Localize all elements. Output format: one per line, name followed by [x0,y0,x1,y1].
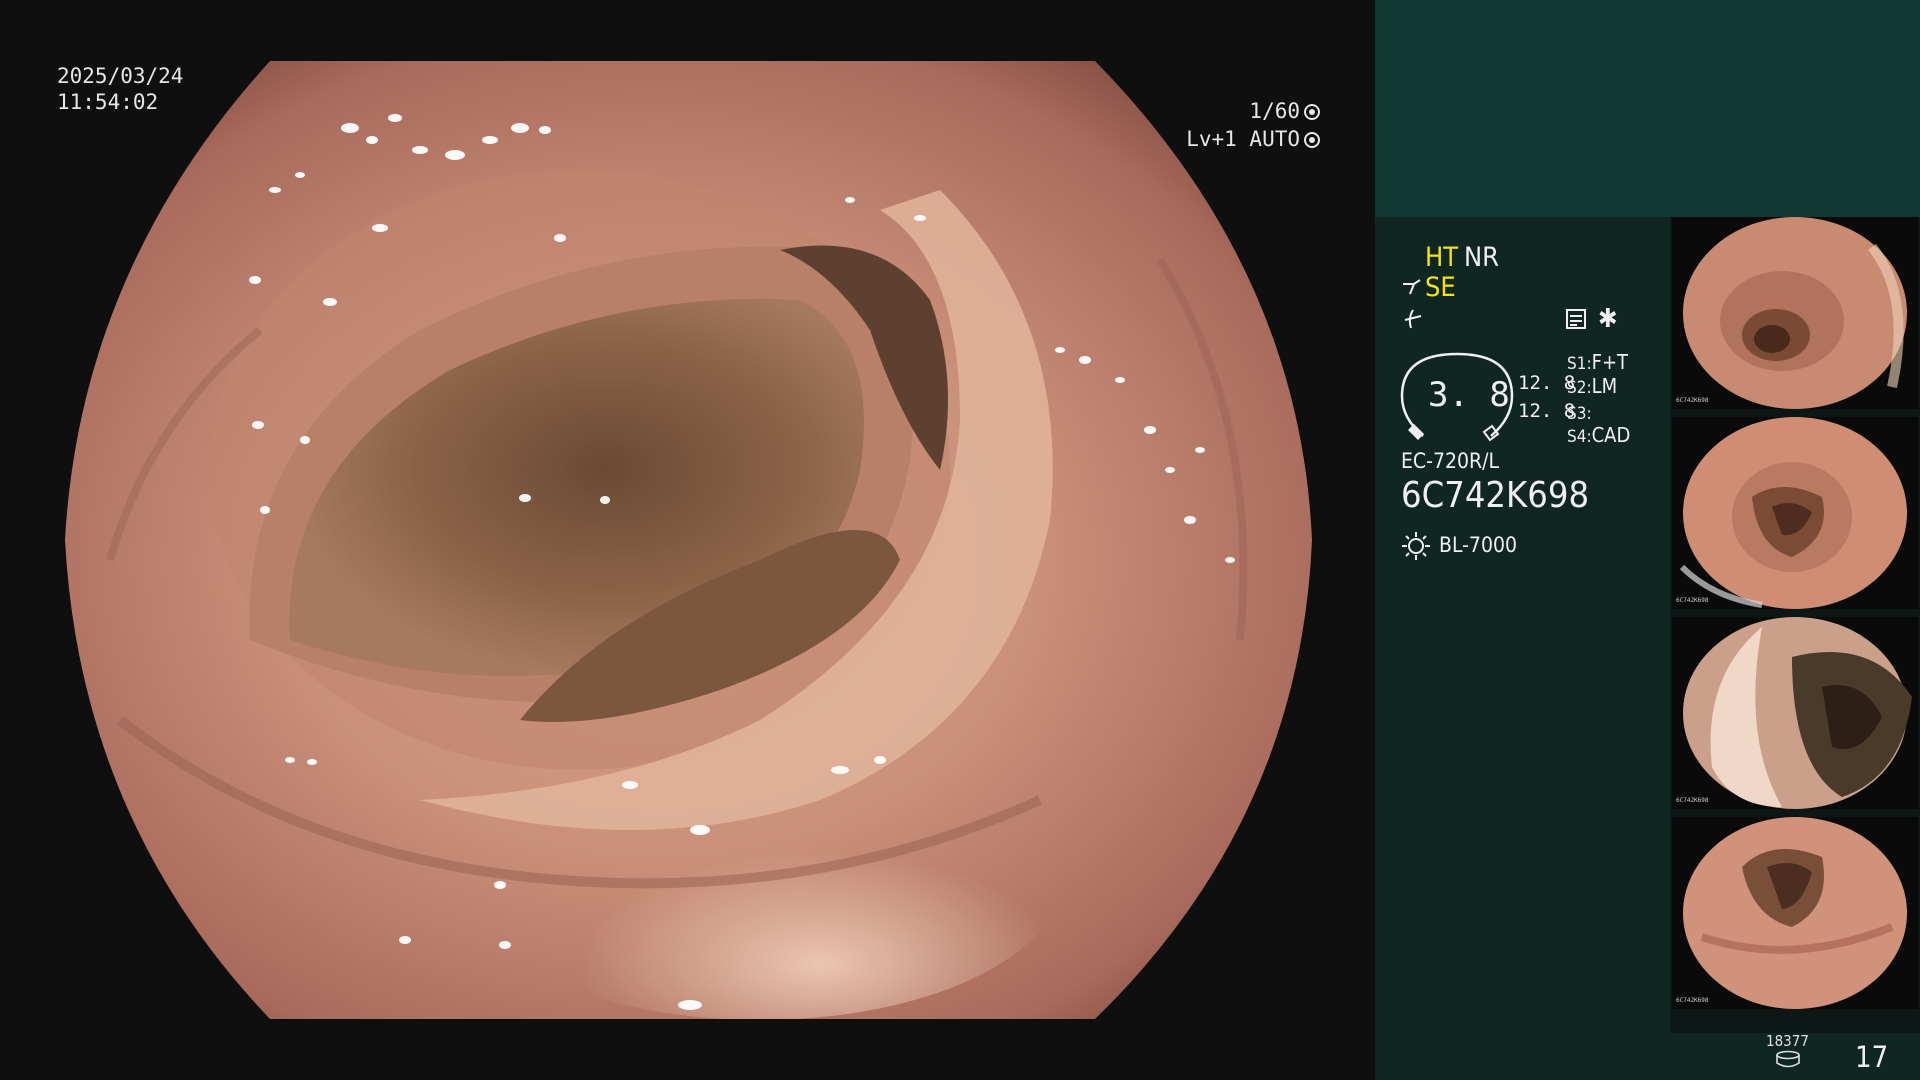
switch-s3: S3: [1567,400,1592,424]
light-source-icon [1402,532,1430,560]
shutter-readout: 1/60 [1160,97,1320,125]
s2-value: LM [1591,374,1618,398]
thumbnail-serial: 6C742K698 [1676,797,1709,804]
storage-icon [1776,1050,1800,1068]
zoom-value: 3. 8 [1428,375,1510,415]
nr-indicator: NR [1464,242,1500,273]
ht-indicator: HT [1425,242,1459,273]
endoscope-image [65,61,1312,1019]
structure-enhance-icon [1403,279,1421,295]
s3-label: S3: [1567,404,1592,424]
thumbnail-serial: 6C742K698 [1676,997,1709,1004]
s1-value: F+T [1591,350,1629,374]
color-mode-icon [1404,309,1422,329]
date-text: 2025/03/24 [57,64,184,88]
exposure-icon [1304,132,1320,148]
light-source-model: BL-7000 [1439,533,1518,557]
shutter-value: 1/60 [1249,99,1300,123]
asterisk-icon: ✱ [1598,304,1618,334]
info-panel [1375,217,1670,1080]
shutter-icon [1304,104,1320,120]
thumbnail-1[interactable]: 6C742K698 [1672,217,1918,409]
switch-s2: S2:LM [1567,374,1617,398]
image-count: 17 [1855,1040,1889,1074]
scope-serial: 6C742K698 [1401,475,1590,516]
se-indicator: SE [1425,272,1456,303]
level-value: Lv+1 [1186,127,1237,151]
scope-model: EC-720R/L [1401,449,1500,473]
thumbnail-2[interactable]: 6C742K698 [1672,417,1918,609]
s2-label: S2: [1567,378,1592,398]
thumbnail-4[interactable]: 6C742K698 [1672,817,1918,1009]
top-panel [1375,0,1920,217]
switch-s4: S4:CAD [1567,423,1630,447]
endoscope-view: 2025/03/24 11:54:02 1/60 Lv+1 AUTO [0,0,1375,1080]
exposure-readout: Lv+1 AUTO [1140,125,1320,153]
time-text: 11:54:02 [57,90,159,114]
thumbnail-serial: 6C742K698 [1676,397,1709,404]
storage-count: 18377 [1766,1032,1809,1050]
settings-grid-icon [1566,309,1586,329]
s4-label: S4: [1567,427,1592,447]
s4-value: CAD [1591,423,1631,447]
thumbnail-image [1683,217,1907,409]
s1-label: S1: [1567,354,1592,374]
thumbnail-serial: 6C742K698 [1676,597,1709,604]
switch-s1: S1:F+T [1567,350,1628,374]
thumbnail-image [1683,817,1907,1009]
exposure-mode-value: AUTO [1249,127,1300,151]
thumbnail-image [1683,617,1912,809]
thumbnail-image [1679,417,1907,609]
thumbnail-3[interactable]: 6C742K698 [1672,617,1918,809]
